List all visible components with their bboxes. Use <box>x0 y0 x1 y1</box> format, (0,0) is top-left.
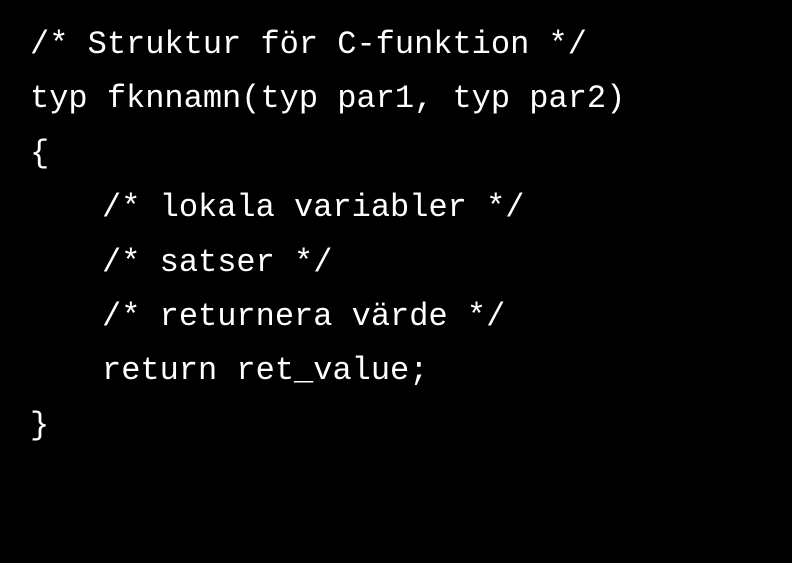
code-comment-locals: /* lokala variabler */ <box>30 181 762 235</box>
code-close-brace: } <box>30 399 762 453</box>
code-comment-statements: /* satser */ <box>30 236 762 290</box>
code-function-signature: typ fknnamn(typ par1, typ par2) <box>30 72 762 126</box>
code-open-brace: { <box>30 127 762 181</box>
code-block: /* Struktur för C-funktion */ typ fknnam… <box>30 18 762 453</box>
code-return-statement: return ret_value; <box>30 344 762 398</box>
code-comment-return: /* returnera värde */ <box>30 290 762 344</box>
code-comment-header: /* Struktur för C-funktion */ <box>30 18 762 72</box>
